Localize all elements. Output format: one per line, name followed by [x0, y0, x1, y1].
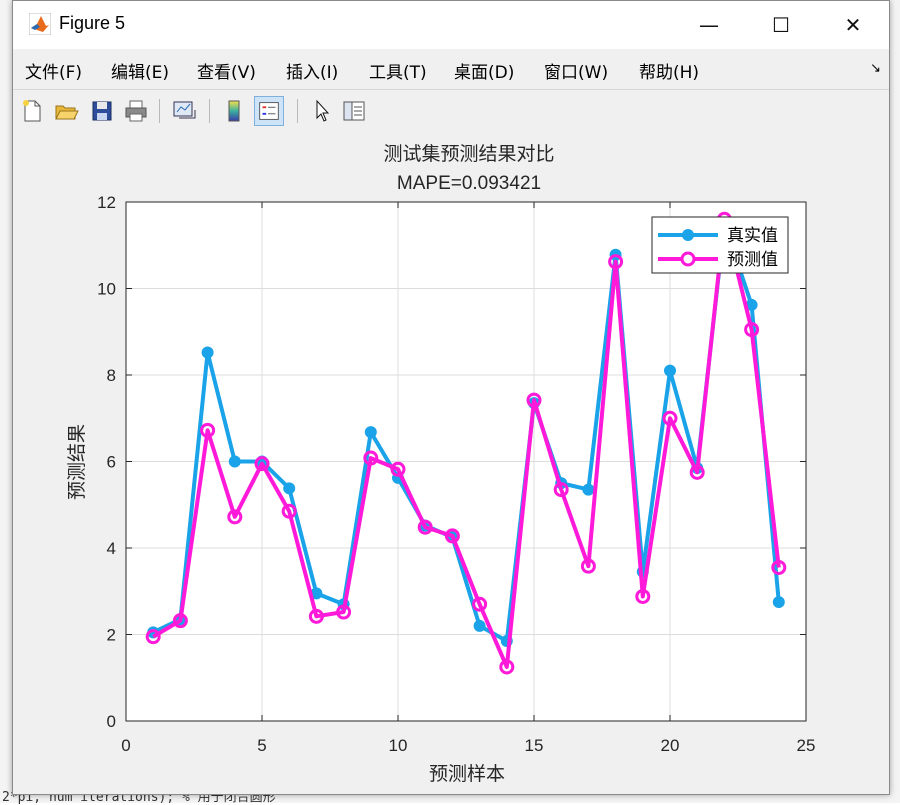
chart: 测试集预测结果对比 MAPE=0.093421 0 5 10 15 20 25 0 2 4 6 8 1… [66, 143, 816, 785]
matlab-icon [29, 13, 51, 35]
colorbar-icon[interactable] [221, 98, 247, 124]
data-point-actual [283, 482, 296, 495]
data-point-actual [364, 426, 377, 439]
menu-insert[interactable]: 插入(I) [286, 58, 338, 83]
toolbar-separator [297, 99, 298, 123]
data-point-actual [664, 364, 676, 377]
data-point-actual [473, 619, 486, 632]
toolbar-separator [159, 99, 160, 123]
menu-tools[interactable]: 工具(T) [369, 58, 427, 83]
legend-label-actual: 真实值 [727, 226, 778, 245]
save-icon[interactable] [89, 98, 115, 124]
toolbar-separator [209, 99, 210, 123]
menu-window[interactable]: 窗口(W) [544, 58, 608, 83]
menu-desktop[interactable]: 桌面(D) [454, 58, 514, 83]
y-tick-label: 10 [97, 280, 116, 299]
maximize-button[interactable]: ☐ [746, 1, 816, 49]
pointer-icon[interactable] [309, 98, 335, 124]
data-point-actual [772, 596, 785, 609]
y-tick-label: 2 [107, 626, 116, 645]
y-tick-label: 4 [107, 539, 116, 558]
dock-arrow-icon[interactable]: ↘ [870, 61, 881, 76]
y-tick-label: 0 [107, 712, 116, 731]
figure-window: Figure 5 — ☐ ✕ 文件(F) 编辑(E) 查看(V) 插入(I) 工… [12, 0, 890, 795]
minimize-icon: — [699, 13, 719, 37]
data-point-actual [582, 483, 595, 496]
y-axis-label: 预测结果 [66, 424, 88, 500]
x-tick-label: 0 [121, 736, 130, 755]
legend-marker-predicted [680, 251, 696, 267]
chart-title: 测试集预测结果对比 [383, 143, 554, 165]
menu-file[interactable]: 文件(F) [25, 58, 82, 83]
y-tick-label: 6 [107, 453, 116, 472]
title-bar: Figure 5 — ☐ ✕ [13, 1, 889, 49]
x-tick-label: 20 [661, 736, 680, 755]
figure-canvas: 测试集预测结果对比 MAPE=0.093421 0 5 10 15 20 25 0 2 4 6 8 1… [13, 132, 889, 794]
menu-edit[interactable]: 编辑(E) [111, 58, 169, 83]
data-point-actual [201, 346, 214, 359]
chart-subtitle: MAPE=0.093421 [397, 173, 541, 194]
minimize-button[interactable]: — [674, 1, 744, 49]
x-tick-label: 15 [525, 736, 544, 755]
legend: 真实值 预测值 [651, 216, 789, 274]
new-figure-icon[interactable] [19, 98, 45, 124]
property-editor-icon[interactable] [341, 98, 367, 124]
x-tick-label: 10 [389, 736, 408, 755]
legend-marker-actual [682, 229, 694, 241]
window-title: Figure 5 [59, 13, 126, 33]
maximize-icon: ☐ [772, 13, 790, 37]
legend-label-predicted: 预测值 [727, 250, 778, 269]
y-tick-label: 12 [97, 193, 116, 212]
x-tick-label: 5 [257, 736, 266, 755]
menu-bar: 文件(F) 编辑(E) 查看(V) 插入(I) 工具(T) 桌面(D) 窗口(W… [13, 49, 889, 87]
link-plot-icon[interactable] [171, 98, 197, 124]
close-button[interactable]: ✕ [818, 1, 888, 49]
open-file-icon[interactable] [53, 98, 79, 124]
close-icon: ✕ [844, 13, 862, 37]
menu-help[interactable]: 帮助(H) [639, 58, 699, 83]
y-tick-label: 8 [107, 366, 116, 385]
menu-view[interactable]: 查看(V) [197, 58, 256, 83]
legend-icon[interactable] [254, 96, 284, 126]
data-point-actual [228, 455, 241, 468]
toolbar [13, 89, 889, 133]
x-tick-label: 25 [797, 736, 816, 755]
x-axis-label: 预测样本 [429, 763, 505, 785]
print-icon[interactable] [123, 98, 149, 124]
